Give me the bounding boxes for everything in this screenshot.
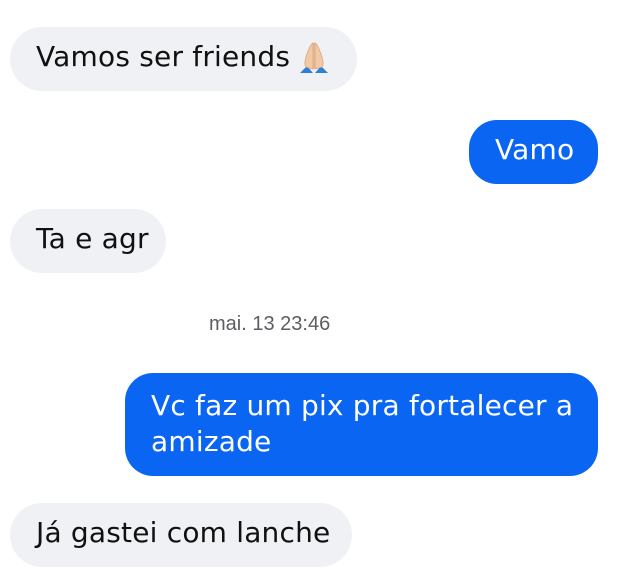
message-text: Ta e agr: [36, 222, 149, 255]
message-text: Já gastei com lanche: [36, 516, 331, 549]
message-text-line: amizade: [151, 425, 272, 458]
message-text: Vamo: [495, 133, 575, 166]
message-timestamp: mai. 13 23:46: [209, 313, 331, 335]
message-bubble-received[interactable]: Já gastei com lanche: [10, 503, 352, 567]
folded-hands-icon: [294, 39, 334, 75]
message-text-line: Vc faz um pix pra fortalecer a: [151, 389, 574, 422]
message-bubble-sent[interactable]: Vamo: [469, 120, 598, 184]
message-bubble-sent[interactable]: Vc faz um pix pra fortalecer a amizade: [125, 373, 598, 476]
message-text: Vamos ser friends: [36, 40, 291, 73]
message-bubble-received[interactable]: Vamos ser friends: [10, 27, 357, 91]
message-bubble-received[interactable]: Ta e agr: [10, 209, 166, 273]
